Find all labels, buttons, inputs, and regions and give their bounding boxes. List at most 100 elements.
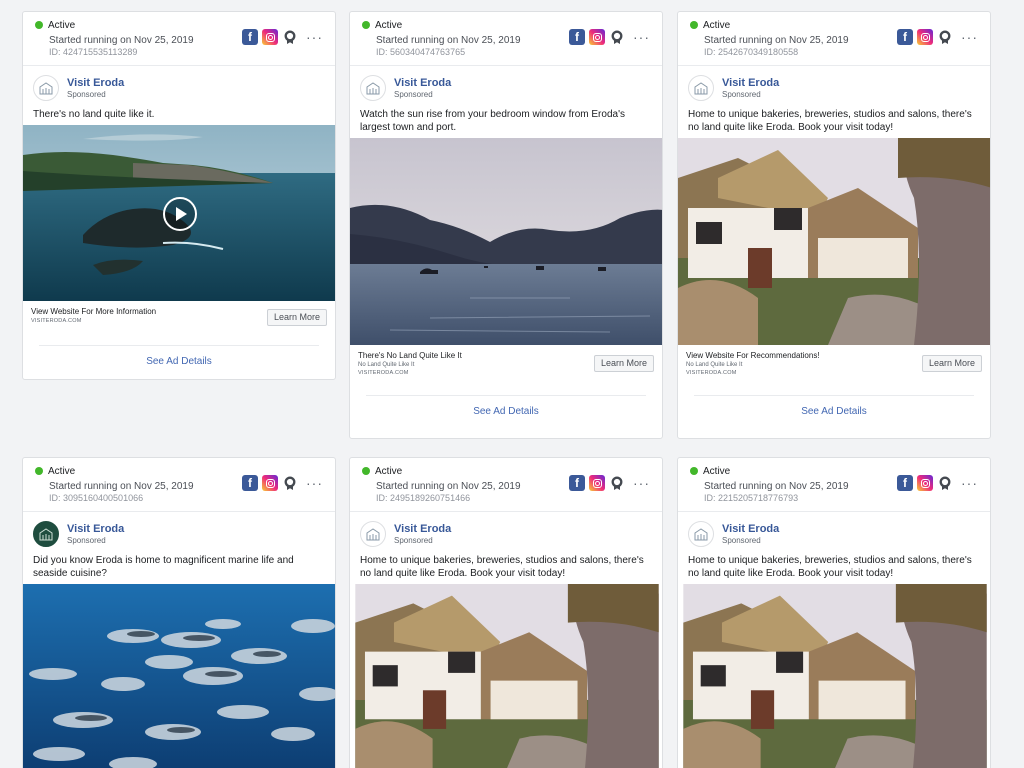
more-options-icon[interactable]: ··· [633, 30, 650, 44]
cta-bar: There's No Land Quite Like It No Land Qu… [350, 345, 662, 395]
ad-id: ID: 560340474763765 [376, 47, 466, 57]
sponsored-label: Sponsored [67, 90, 106, 99]
status-label: Active [48, 465, 76, 477]
ad-image[interactable] [23, 584, 335, 768]
ad-image[interactable] [350, 584, 662, 768]
eroda-logo-icon [366, 82, 380, 95]
ad-id: ID: 424715535113289 [49, 47, 138, 57]
see-ad-details-link[interactable]: See Ad Details [23, 346, 335, 377]
status-label: Active [48, 19, 76, 31]
ad-id: ID: 3095160400501066 [49, 493, 144, 503]
sponsored-label: Sponsored [722, 90, 761, 99]
ad-card: Active Started running on Nov 25, 2019 I… [677, 11, 991, 439]
ad-image[interactable] [678, 138, 990, 345]
page-name-link[interactable]: Visit Eroda [722, 523, 779, 535]
instagram-icon [262, 29, 278, 45]
ad-card-header: Active Started running on Nov 25, 2019 I… [678, 458, 990, 512]
status-label: Active [375, 465, 403, 477]
page-name-link[interactable]: Visit Eroda [394, 523, 451, 535]
more-options-icon[interactable]: ··· [961, 476, 978, 490]
more-options-icon[interactable]: ··· [306, 476, 323, 490]
page-avatar[interactable] [33, 521, 59, 547]
more-options-icon[interactable]: ··· [961, 30, 978, 44]
eroda-logo-icon [694, 528, 708, 541]
advertiser: Visit Eroda Sponsored [350, 66, 662, 102]
instagram-icon [262, 475, 278, 491]
ad-body-text: Home to unique bakeries, breweries, stud… [360, 555, 644, 579]
ad-video[interactable] [23, 125, 335, 301]
ad-id: ID: 2542670349180558 [704, 47, 799, 57]
sponsored-label: Sponsored [722, 536, 761, 545]
active-status-dot [35, 21, 43, 29]
page-name-link[interactable]: Visit Eroda [722, 77, 779, 89]
sponsored-label: Sponsored [394, 90, 433, 99]
ad-card: Active Started running on Nov 25, 2019 I… [22, 11, 336, 380]
page-avatar[interactable] [360, 521, 386, 547]
status-label: Active [703, 19, 731, 31]
fish-image [23, 584, 335, 768]
ad-card-header: Active Started running on Nov 25, 2019 I… [23, 12, 335, 66]
cottage-image [678, 138, 990, 345]
page-name-link[interactable]: Visit Eroda [394, 77, 451, 89]
ad-body-text: Did you know Eroda is home to magnificen… [33, 555, 294, 579]
audience-network-icon [611, 30, 623, 44]
page-avatar[interactable] [688, 75, 714, 101]
facebook-icon: f [897, 29, 913, 45]
facebook-icon: f [242, 29, 258, 45]
ad-body-text: There's no land quite like it. [33, 109, 155, 120]
advertiser: Visit Eroda Sponsored [678, 66, 990, 102]
ad-card-header: Active Started running on Nov 25, 2019 I… [350, 458, 662, 512]
platform-icons: f ··· [569, 29, 650, 45]
platform-icons: f ··· [242, 29, 323, 45]
learn-more-button[interactable]: Learn More [593, 355, 654, 372]
audience-network-icon [284, 30, 296, 44]
ad-id: ID: 2215205718776793 [704, 493, 799, 503]
audience-network-icon [611, 476, 623, 490]
see-ad-details-link[interactable]: See Ad Details [678, 396, 990, 427]
active-status-dot [690, 467, 698, 475]
facebook-icon: f [569, 29, 585, 45]
instagram-icon [917, 475, 933, 491]
instagram-icon [917, 29, 933, 45]
cottage-image [355, 584, 659, 768]
ad-image[interactable] [350, 138, 662, 345]
platform-icons: f ··· [897, 29, 978, 45]
advertiser: Visit Eroda Sponsored [23, 512, 335, 548]
ad-card-header: Active Started running on Nov 25, 2019 I… [23, 458, 335, 512]
audience-network-icon [284, 476, 296, 490]
more-options-icon[interactable]: ··· [633, 476, 650, 490]
page-avatar[interactable] [360, 75, 386, 101]
more-options-icon[interactable]: ··· [306, 30, 323, 44]
eroda-logo-icon [39, 528, 53, 541]
ad-library-grid: Active Started running on Nov 25, 2019 I… [0, 0, 1024, 768]
learn-more-button[interactable]: Learn More [921, 355, 982, 372]
play-video-icon[interactable] [163, 197, 197, 231]
ad-body-text: Home to unique bakeries, breweries, stud… [688, 555, 972, 579]
cta-bar: View Website For More Information VISITE… [23, 301, 335, 345]
platform-icons: f ··· [242, 475, 323, 491]
advertiser: Visit Eroda Sponsored [678, 512, 990, 548]
ad-card: Active Started running on Nov 25, 2019 I… [349, 11, 663, 439]
facebook-icon: f [242, 475, 258, 491]
ad-id: ID: 2495189260751466 [376, 493, 471, 503]
facebook-icon: f [897, 475, 913, 491]
instagram-icon [589, 29, 605, 45]
page-avatar[interactable] [688, 521, 714, 547]
active-status-dot [362, 21, 370, 29]
eroda-logo-icon [366, 528, 380, 541]
ad-image[interactable] [678, 584, 990, 768]
status-label: Active [703, 465, 731, 477]
audience-network-icon [939, 476, 951, 490]
cta-bar: View Website For Recommendations! No Lan… [678, 345, 990, 395]
advertiser: Visit Eroda Sponsored [350, 512, 662, 548]
page-name-link[interactable]: Visit Eroda [67, 77, 124, 89]
eroda-logo-icon [694, 82, 708, 95]
page-name-link[interactable]: Visit Eroda [67, 523, 124, 535]
learn-more-button[interactable]: Learn More [266, 309, 327, 326]
advertiser: Visit Eroda Sponsored [23, 66, 335, 102]
ad-card-header: Active Started running on Nov 25, 2019 I… [350, 12, 662, 66]
page-avatar[interactable] [33, 75, 59, 101]
see-ad-details-link[interactable]: See Ad Details [350, 396, 662, 427]
active-status-dot [690, 21, 698, 29]
sponsored-label: Sponsored [394, 536, 433, 545]
